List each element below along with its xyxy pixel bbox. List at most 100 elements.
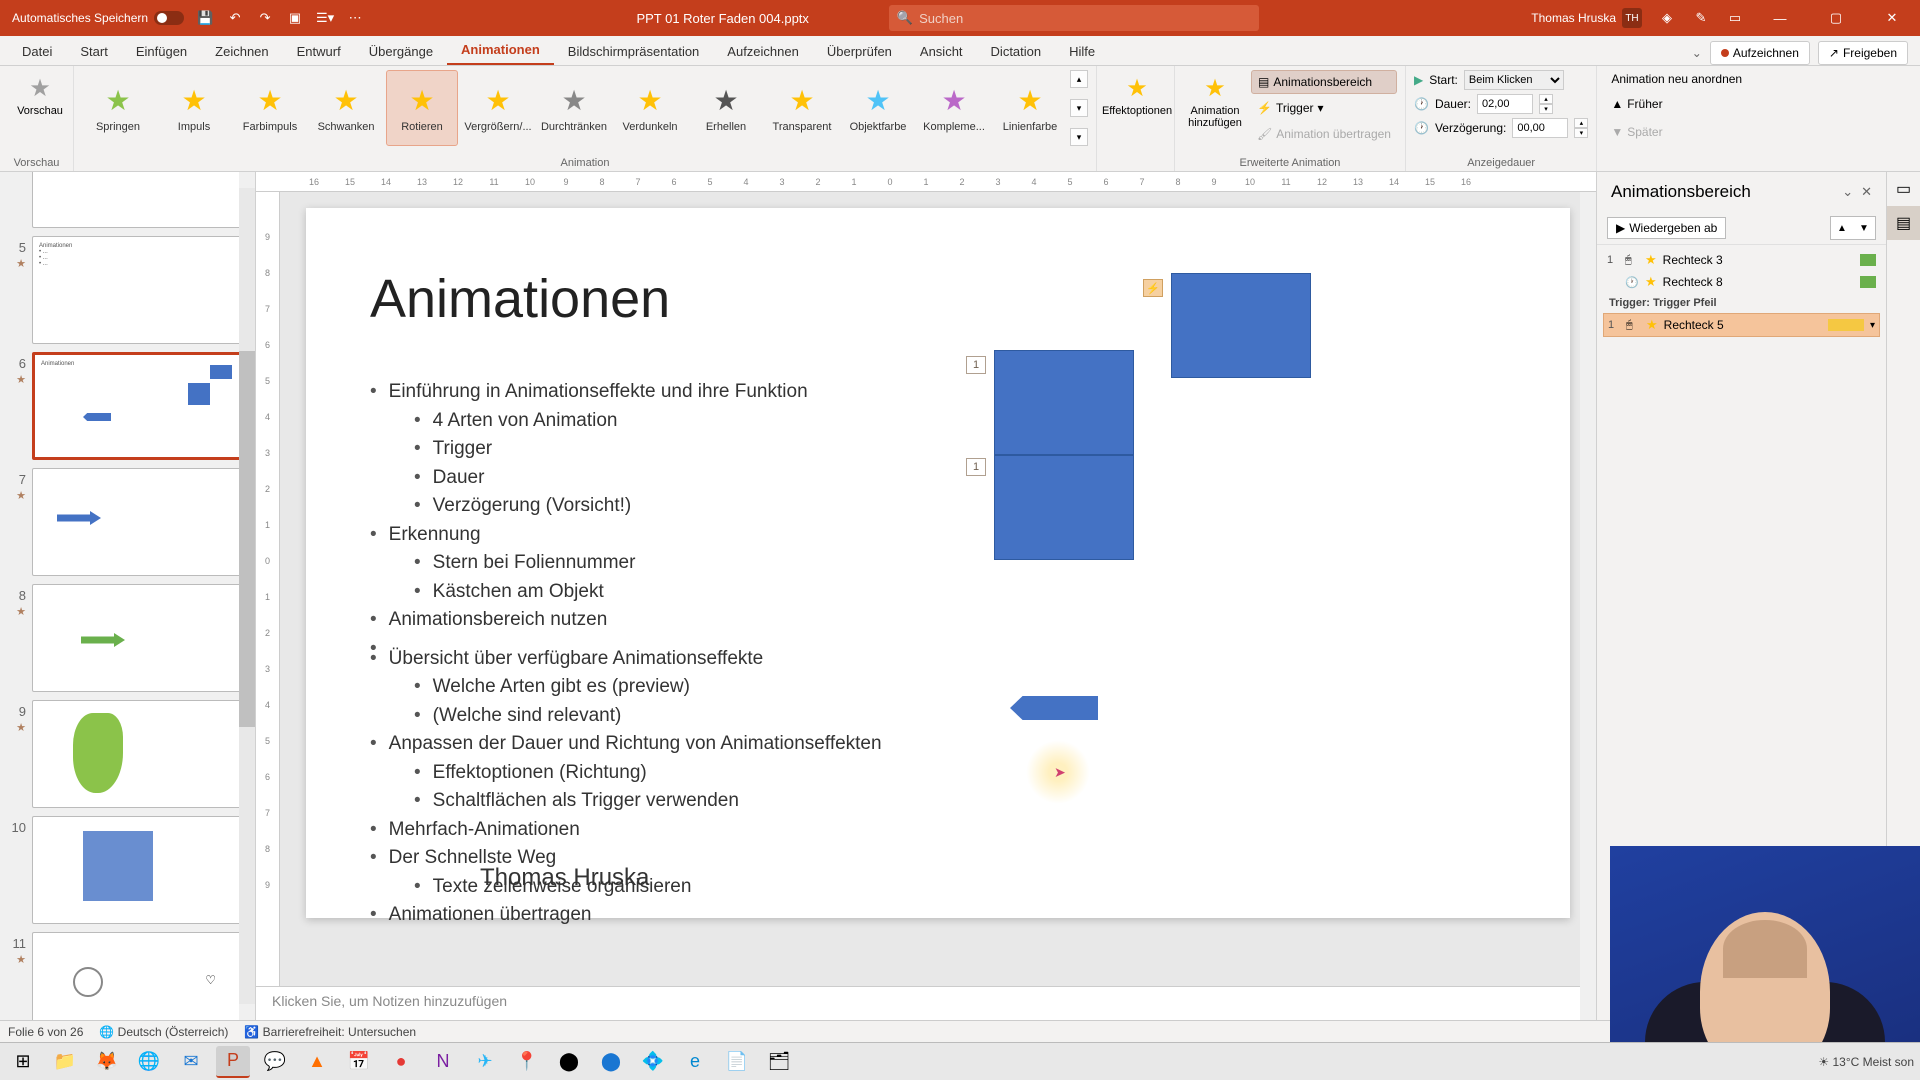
thumb-11[interactable]: ♡: [32, 932, 247, 1020]
edge-icon[interactable]: e: [678, 1046, 712, 1078]
app-icon-4[interactable]: 📍: [510, 1046, 544, 1078]
share-button[interactable]: ↗Freigeben: [1818, 41, 1908, 65]
anim-tag-1a[interactable]: 1: [966, 356, 986, 374]
tab-datei[interactable]: Datei: [8, 38, 66, 65]
horizontal-ruler[interactable]: 1615141312111098765432101234567891011121…: [256, 172, 1596, 192]
tab-ueberpruefen[interactable]: Überprüfen: [813, 38, 906, 65]
collapse-ribbon-icon[interactable]: ⌄: [1692, 46, 1702, 60]
sketch-icon[interactable]: ✎: [1692, 9, 1710, 27]
slide-body[interactable]: Einführung in Animationseffekte und ihre…: [370, 378, 882, 930]
slide-counter[interactable]: Folie 6 von 26: [8, 1025, 83, 1039]
later-button[interactable]: ▼Später: [1605, 120, 1748, 144]
close-button[interactable]: ✕: [1872, 4, 1912, 32]
gallery-up-button[interactable]: ▴: [1070, 70, 1088, 88]
app-icon-1[interactable]: 💬: [258, 1046, 292, 1078]
add-animation-button[interactable]: ★ Animation hinzufügen: [1183, 70, 1247, 146]
thumb-5[interactable]: Animationen• ...• ...• ...: [32, 236, 247, 344]
anim-tag-lightning[interactable]: ⚡: [1143, 279, 1163, 297]
slide-canvas-area[interactable]: Animationen Einführung in Animationseffe…: [280, 192, 1596, 986]
search-input[interactable]: [919, 11, 1251, 26]
notes-area[interactable]: Klicken Sie, um Notizen hinzuzufügen: [256, 986, 1596, 1020]
tab-hilfe[interactable]: Hilfe: [1055, 38, 1109, 65]
app-icon-5[interactable]: 💠: [636, 1046, 670, 1078]
app-icon-7[interactable]: 🗂: [762, 1046, 796, 1078]
chrome-icon[interactable]: 🌐: [132, 1046, 166, 1078]
gallery-down-button[interactable]: ▾: [1070, 99, 1088, 117]
animation-pane-toggle[interactable]: ▤Animationsbereich: [1251, 70, 1397, 94]
effect-erhellen[interactable]: ★Erhellen: [690, 70, 762, 146]
qat-more-icon[interactable]: ⋯: [346, 9, 364, 27]
side-tab-animation[interactable]: ▤: [1887, 206, 1920, 240]
thumbnails-scrollbar[interactable]: [239, 172, 255, 1020]
accessibility-check[interactable]: ♿ Barrierefreiheit: Untersuchen: [244, 1025, 416, 1039]
shape-rechteck-3[interactable]: [1171, 273, 1311, 378]
gallery-more-button[interactable]: ▾: [1070, 128, 1088, 146]
undo-icon[interactable]: ↶: [226, 9, 244, 27]
effect-rotieren[interactable]: ★Rotieren: [386, 70, 458, 146]
obs-icon[interactable]: ⬤: [552, 1046, 586, 1078]
play-from-button[interactable]: ▶Wiedergeben ab: [1607, 217, 1726, 239]
app-icon-6[interactable]: 📄: [720, 1046, 754, 1078]
animation-item[interactable]: 🕐★Rechteck 8: [1603, 271, 1880, 293]
animation-item[interactable]: 1🖱★Rechteck 5▾: [1603, 313, 1880, 337]
language-indicator[interactable]: 🌐 Deutsch (Österreich): [99, 1025, 228, 1039]
slide-thumbnails[interactable]: 5★Animationen• ...• ...• ... 6★Animation…: [0, 172, 256, 1020]
app-icon-3[interactable]: ●: [384, 1046, 418, 1078]
tab-start[interactable]: Start: [66, 38, 121, 65]
trigger-button[interactable]: ⚡Trigger▾: [1251, 96, 1397, 120]
window-icon[interactable]: ▭: [1726, 9, 1744, 27]
save-icon[interactable]: 💾: [196, 9, 214, 27]
anim-tag-1b[interactable]: 1: [966, 458, 986, 476]
earlier-button[interactable]: ▲Früher: [1605, 92, 1748, 116]
effect-transparent[interactable]: ★Transparent: [766, 70, 838, 146]
tab-entwurf[interactable]: Entwurf: [283, 38, 355, 65]
touch-icon[interactable]: ☰▾: [316, 9, 334, 27]
pane-close-icon[interactable]: ✕: [1861, 184, 1872, 200]
tab-dictation[interactable]: Dictation: [977, 38, 1056, 65]
powerpoint-icon[interactable]: P: [216, 1046, 250, 1078]
start-select[interactable]: Beim Klicken: [1464, 70, 1564, 90]
weather-widget[interactable]: ☀ 13°C Meist son: [1818, 1055, 1914, 1069]
thumb-8[interactable]: [32, 584, 247, 692]
outlook-icon[interactable]: ✉: [174, 1046, 208, 1078]
effect-durchtraenken[interactable]: ★Durchtränken: [538, 70, 610, 146]
effect-vergroessern[interactable]: ★Vergrößern/...: [462, 70, 534, 146]
effect-objektfarbe[interactable]: ★Objektfarbe: [842, 70, 914, 146]
thumb-4[interactable]: [32, 172, 247, 228]
minimize-button[interactable]: —: [1760, 4, 1800, 32]
animation-item[interactable]: 1🖱★Rechteck 3: [1603, 249, 1880, 271]
start-button[interactable]: ⊞: [6, 1046, 40, 1078]
tab-zeichnen[interactable]: Zeichnen: [201, 38, 282, 65]
effect-springen[interactable]: ★Springen: [82, 70, 154, 146]
tab-bildschirm[interactable]: Bildschirmpräsentation: [554, 38, 714, 65]
onenote-icon[interactable]: N: [426, 1046, 460, 1078]
vlc-icon[interactable]: ▲: [300, 1046, 334, 1078]
preview-button[interactable]: ★ Vorschau: [8, 70, 72, 121]
tab-animationen[interactable]: Animationen: [447, 36, 554, 65]
tab-einfuegen[interactable]: Einfügen: [122, 38, 201, 65]
tab-ansicht[interactable]: Ansicht: [906, 38, 977, 65]
shape-trigger-pfeil[interactable]: [1010, 696, 1098, 720]
explorer-icon[interactable]: 📁: [48, 1046, 82, 1078]
slide[interactable]: Animationen Einführung in Animationseffe…: [306, 208, 1570, 918]
pane-collapse-icon[interactable]: ⌄: [1842, 184, 1853, 200]
move-up-button[interactable]: ▲: [1831, 217, 1853, 239]
transfer-animation-button[interactable]: 🖌Animation übertragen: [1251, 122, 1397, 146]
slide-title[interactable]: Animationen: [370, 268, 670, 330]
thumb-6[interactable]: Animationen: [32, 352, 247, 460]
thumb-10[interactable]: [32, 816, 247, 924]
effect-options-button[interactable]: ★ Effektoptionen: [1105, 70, 1169, 121]
record-app-icon[interactable]: ⬤: [594, 1046, 628, 1078]
tab-aufzeichnen[interactable]: Aufzeichnen: [713, 38, 813, 65]
firefox-icon[interactable]: 🦊: [90, 1046, 124, 1078]
effect-impuls[interactable]: ★Impuls: [158, 70, 230, 146]
app-icon-2[interactable]: 📅: [342, 1046, 376, 1078]
record-button[interactable]: Aufzeichnen: [1710, 41, 1810, 65]
effect-schwanken[interactable]: ★Schwanken: [310, 70, 382, 146]
redo-icon[interactable]: ↷: [256, 9, 274, 27]
side-tab-format[interactable]: ▭: [1887, 172, 1920, 206]
tab-uebergaenge[interactable]: Übergänge: [355, 38, 447, 65]
filename[interactable]: PPT 01 Roter Faden 004.pptx: [636, 11, 808, 26]
slide-author[interactable]: Thomas Hruska: [480, 864, 649, 892]
effect-komplement[interactable]: ★Kompleme...: [918, 70, 990, 146]
